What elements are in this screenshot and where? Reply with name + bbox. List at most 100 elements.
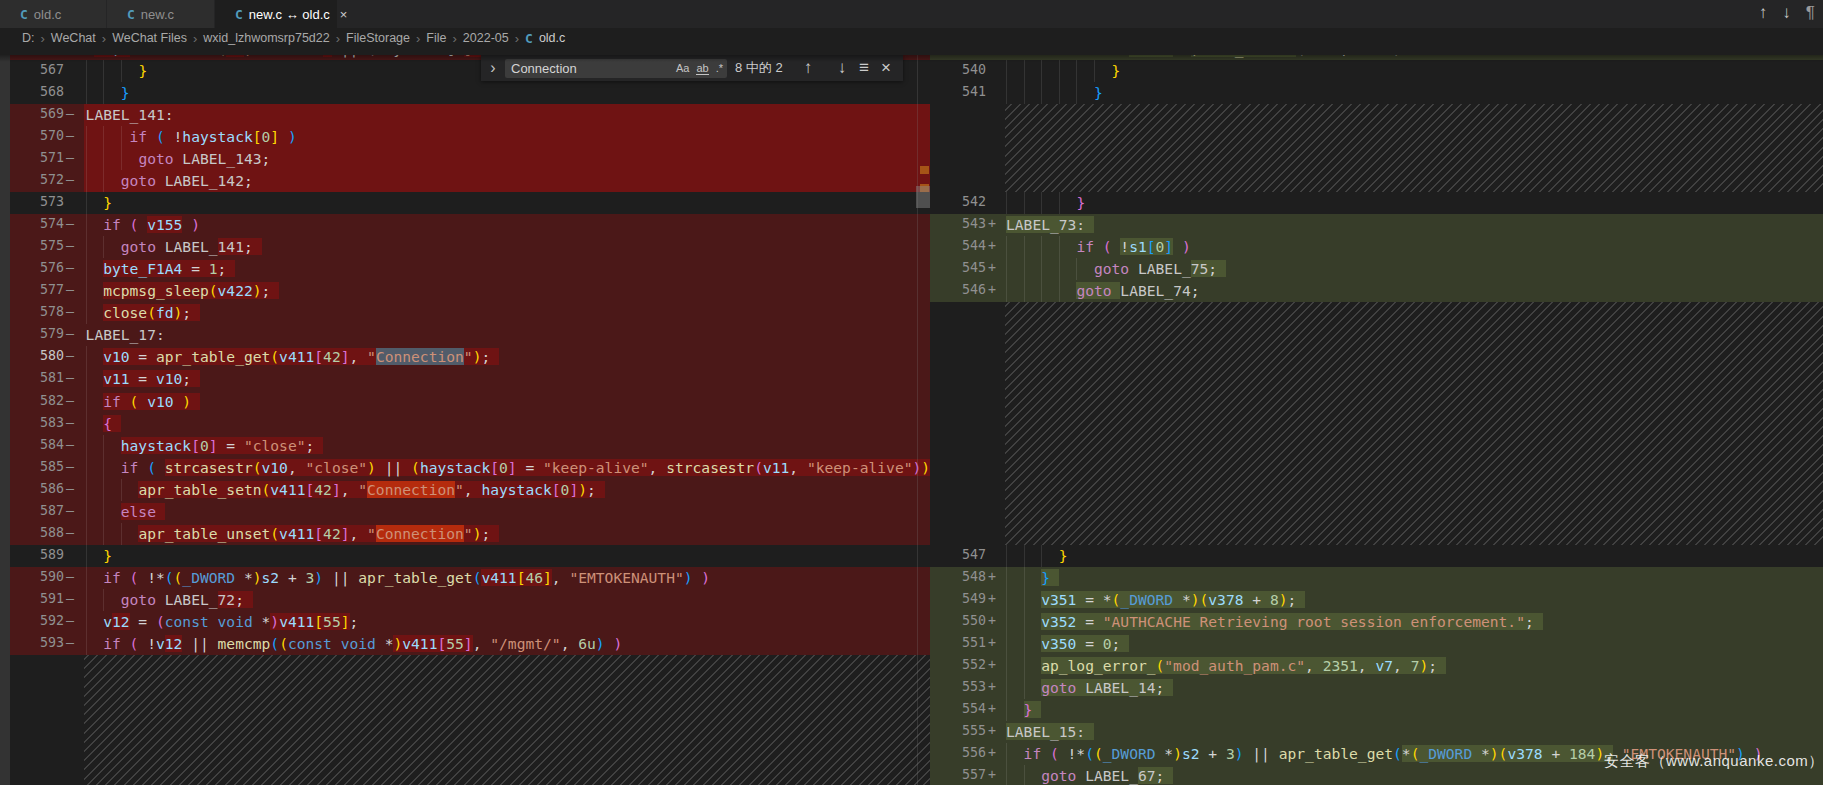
code-line-576[interactable]: 576— byte_F1A4 = 1;: [0, 258, 930, 280]
code-text: if ( !*((_DWORD *)s2 + 3) || apr_table_g…: [86, 567, 711, 589]
code-line-541[interactable]: 541 }: [930, 82, 1823, 104]
c-file-icon: C: [127, 7, 135, 22]
breadcrumb-item[interactable]: D:: [22, 31, 35, 45]
line-number: 544: [930, 238, 986, 253]
code-line-569[interactable]: 569—LABEL_141:: [0, 104, 930, 126]
code-line-550[interactable]: 550+ v352 = "AUTHCACHE Retrieving root s…: [930, 611, 1823, 633]
code-text: goto LABEL_72;: [86, 589, 253, 611]
line-number: 556: [930, 745, 986, 760]
code-line-543[interactable]: 543+LABEL_73:: [930, 214, 1823, 236]
code-text: LABEL_15:: [1006, 721, 1094, 743]
code-text: goto LABEL_67;: [1006, 765, 1173, 785]
watermark: 安全客（www.anquanke.com）: [1604, 752, 1823, 771]
match-case-icon[interactable]: Aa: [676, 62, 689, 74]
breadcrumb-item[interactable]: WeChat: [51, 31, 96, 45]
code-line-577[interactable]: 577— mcpmsg_sleep(v422);: [0, 280, 930, 302]
breadcrumb-item[interactable]: 2022-05: [463, 31, 509, 45]
code-line-568[interactable]: 568 }: [0, 82, 930, 104]
code-line-584[interactable]: 584— haystack[0] = "close";: [0, 435, 930, 457]
diff-sign: +: [988, 282, 996, 297]
code-line-592[interactable]: 592— v12 = (const void *)v411[55];: [0, 611, 930, 633]
code-line-586[interactable]: 586— apr_table_setn(v411[42], "Connectio…: [0, 479, 930, 501]
code-line-583[interactable]: 583— {: [0, 413, 930, 435]
diff-sign: —: [66, 150, 74, 165]
code-line-547[interactable]: 547 }: [930, 545, 1823, 567]
code-line-570[interactable]: 570— if ( !haystack[0] ): [0, 126, 930, 148]
code-line-589[interactable]: 589 }: [0, 545, 930, 567]
tab-label: old.c: [34, 7, 61, 22]
diff-pane-modified: 539+ v9 = v7; sub_41F2C0(v411, "a1")540 …: [930, 48, 1823, 785]
line-number: 555: [930, 723, 986, 738]
code-line-585[interactable]: 585— if ( strcasestr(v10, "close") || (h…: [0, 457, 930, 479]
diff-sign: +: [988, 216, 996, 231]
code-line-573[interactable]: 573 }: [0, 192, 930, 214]
code-line-582[interactable]: 582— if ( v10 ): [0, 391, 930, 413]
diff-sign: —: [66, 348, 74, 363]
diff-sign: —: [66, 260, 74, 275]
code-line-542[interactable]: 542 }: [930, 192, 1823, 214]
code-text: v11 = v10;: [86, 368, 200, 390]
line-number: 548: [930, 569, 986, 584]
tab-diff-new.c-old.c[interactable]: C new.c ↔ old.c ×: [215, 0, 338, 28]
tab-label: new.c: [141, 7, 174, 22]
code-line-571[interactable]: 571— goto LABEL_143;: [0, 148, 930, 170]
diff-sign: —: [66, 591, 74, 606]
code-line-546[interactable]: 546+ goto LABEL_74;: [930, 280, 1823, 302]
diff-sign: —: [66, 635, 74, 650]
diff-sign: —: [66, 106, 74, 121]
code-line-580[interactable]: 580— v10 = apr_table_get(v411[42], "Conn…: [0, 346, 930, 368]
diff-sign: —: [66, 172, 74, 187]
breadcrumb-item[interactable]: FileStorage: [346, 31, 410, 45]
diff-sign: +: [988, 260, 996, 275]
code-line-579[interactable]: 579—LABEL_17:: [0, 324, 930, 346]
code-line-574[interactable]: 574— if ( v155 ): [0, 214, 930, 236]
line-number: 552: [930, 657, 986, 672]
code-line-549[interactable]: 549+ v351 = *(_DWORD *)(v378 + 8);: [930, 589, 1823, 611]
code-line-575[interactable]: 575— goto LABEL_141;: [0, 236, 930, 258]
previous-change-icon[interactable]: ↑: [1759, 3, 1768, 23]
diff-sign: —: [66, 525, 74, 540]
code-line-572[interactable]: 572— goto LABEL_142;: [0, 170, 930, 192]
code-line-548[interactable]: 548+ }: [930, 567, 1823, 589]
diff-filler-hatch: [84, 655, 930, 785]
diff-sign: —: [66, 415, 74, 430]
diff-sign: —: [66, 282, 74, 297]
editor-actions: ↑ ↓ ¶: [1744, 2, 1815, 24]
whole-word-icon[interactable]: ab: [696, 62, 708, 75]
code-line-588[interactable]: 588— apr_table_unset(v411[42], "Connecti…: [0, 523, 930, 545]
code-line-591[interactable]: 591— goto LABEL_72;: [0, 589, 930, 611]
line-number: 550: [930, 613, 986, 628]
diff-sign: +: [988, 591, 996, 606]
close-icon[interactable]: ×: [340, 7, 348, 22]
code-text: goto LABEL_75;: [1006, 258, 1226, 280]
code-line-587[interactable]: 587— else: [0, 501, 930, 523]
code-line-544[interactable]: 544+ if ( !s1[0] ): [930, 236, 1823, 258]
code-line-593[interactable]: 593— if ( !v12 || memcmp((const void *)v…: [0, 633, 930, 655]
tab-bar: C old.c C new.c C new.c ↔ old.c × ↑ ↓ ¶: [0, 0, 1823, 28]
code-text: if ( !v12 || memcmp((const void *)v411[5…: [86, 633, 623, 655]
breadcrumb-item[interactable]: WeChat Files: [112, 31, 187, 45]
code-line-553[interactable]: 553+ goto LABEL_14;: [930, 677, 1823, 699]
breadcrumb-item[interactable]: old.c: [539, 31, 565, 45]
code-line-578[interactable]: 578— close(fd);: [0, 302, 930, 324]
code-line-590[interactable]: 590— if ( !*((_DWORD *)s2 + 3) || apr_ta…: [0, 567, 930, 589]
left-scrollbar-slider[interactable]: [916, 186, 930, 208]
code-line-554[interactable]: 554+ }: [930, 699, 1823, 721]
regex-icon[interactable]: .*: [716, 62, 723, 74]
code-line-551[interactable]: 551+ v350 = 0;: [930, 633, 1823, 655]
breadcrumb-item[interactable]: File: [426, 31, 446, 45]
code-line-545[interactable]: 545+ goto LABEL_75;: [930, 258, 1823, 280]
tab-new.c[interactable]: C new.c: [107, 0, 215, 28]
diff-sign: —: [66, 393, 74, 408]
code-line-555[interactable]: 555+LABEL_15:: [930, 721, 1823, 743]
code-line-581[interactable]: 581— v11 = v10;: [0, 368, 930, 390]
breadcrumb-item[interactable]: wxid_lzhwomsrp75d22: [203, 31, 329, 45]
code-text: v352 = "AUTHCACHE Retrieving root sessio…: [1006, 611, 1543, 633]
whitespace-icon[interactable]: ¶: [1806, 3, 1815, 23]
tab-old.c[interactable]: C old.c: [0, 0, 107, 28]
next-change-icon[interactable]: ↓: [1782, 3, 1791, 23]
code-line-552[interactable]: 552+ ap_log_error_("mod_auth_pam.c", 235…: [930, 655, 1823, 677]
line-number: 543: [930, 216, 986, 231]
diff-sign: +: [988, 238, 996, 253]
code-line-540[interactable]: 540 }: [930, 60, 1823, 82]
